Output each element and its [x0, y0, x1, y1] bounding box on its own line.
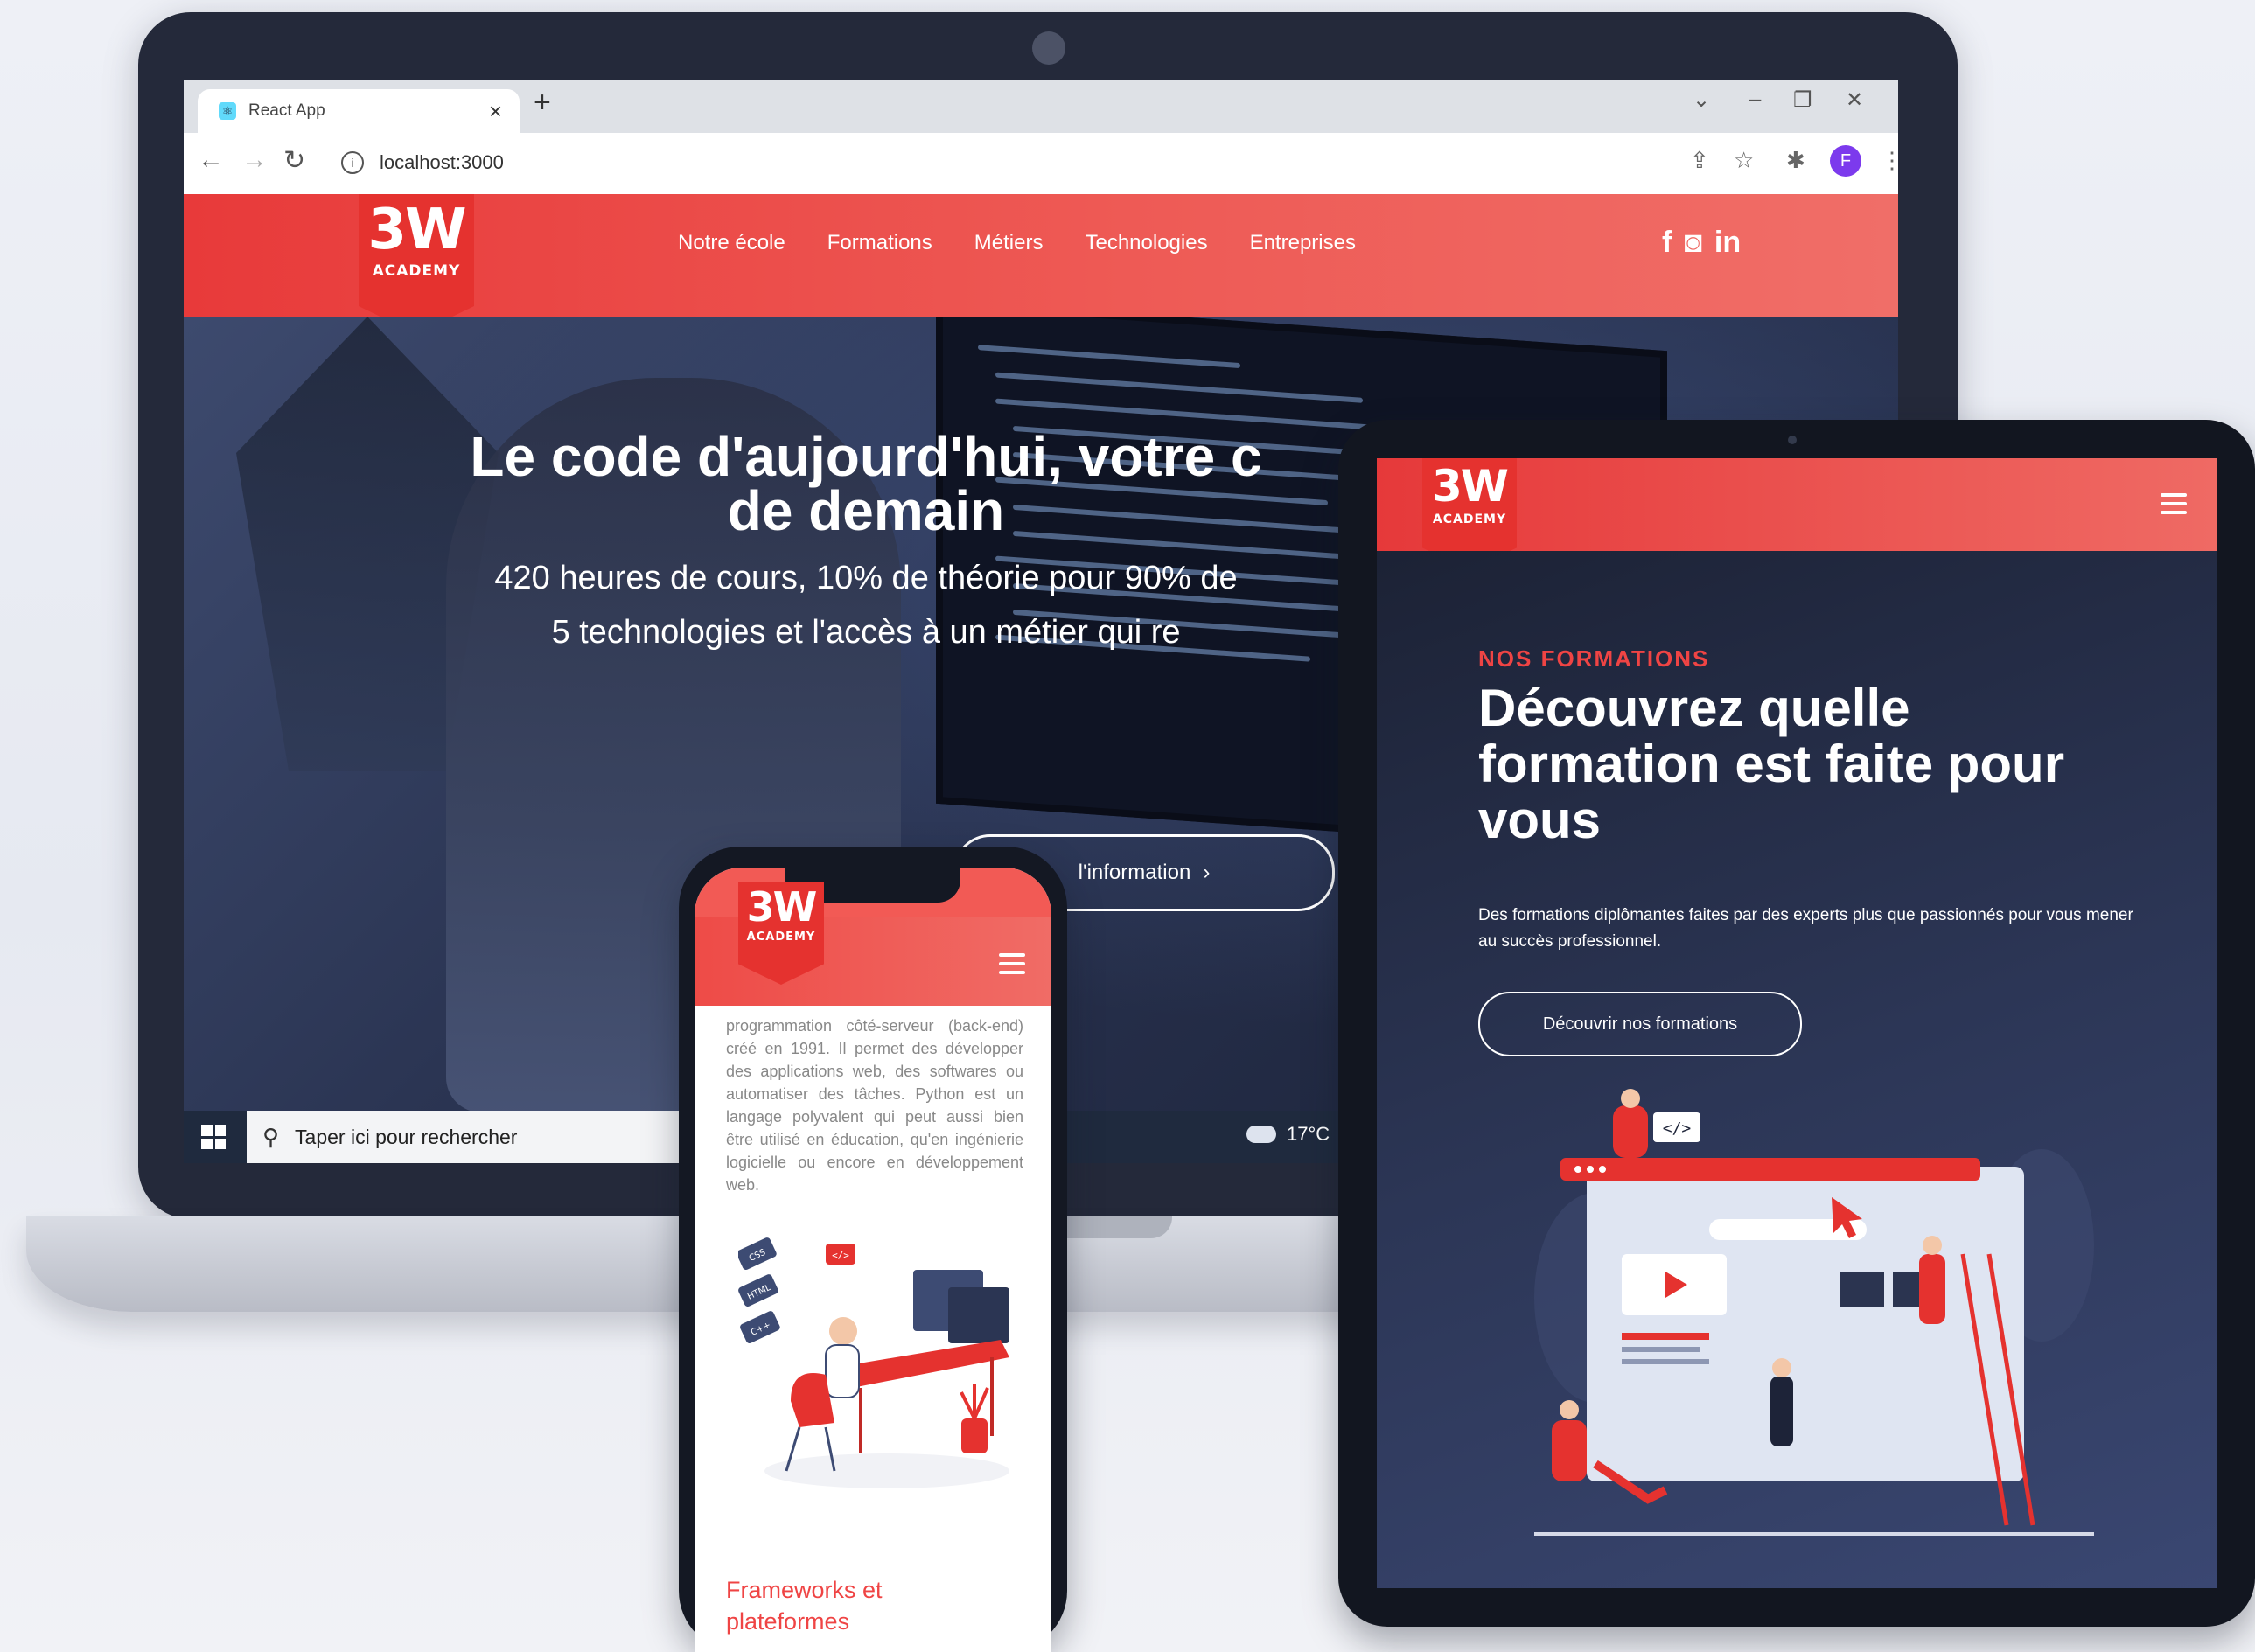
hero-cta-label: l'information [1078, 861, 1191, 884]
url-field[interactable]: i localhost:3000 [324, 142, 1653, 184]
social-links: f ◙ in [1662, 226, 1741, 260]
discover-formations-button[interactable]: Découvrir nos formations [1478, 992, 1802, 1056]
share-icon[interactable]: ⇪ [1690, 147, 1709, 174]
search-icon: ⚲ [262, 1123, 280, 1150]
phone-logo-main: 3W [746, 883, 818, 931]
tablet-logo-main: 3W [1432, 461, 1509, 512]
url-text: localhost:3000 [380, 151, 504, 173]
browser-menu-icon[interactable]: ⋮ [1881, 147, 1898, 174]
logo-main-text: 3W [367, 198, 466, 262]
weather-widget[interactable]: 17°C [1246, 1123, 1330, 1146]
nav-item-metiers[interactable]: Métiers [974, 231, 1044, 255]
formations-description: Des formations diplômantes faites par de… [1478, 906, 2133, 951]
phone-illus-code-tag: </> [832, 1250, 849, 1261]
nav-item-formations[interactable]: Formations [827, 231, 932, 255]
nav-item-entreprises[interactable]: Entreprises [1250, 231, 1356, 255]
bookmark-star-icon[interactable]: ☆ [1734, 147, 1754, 174]
instagram-icon[interactable]: ◙ [1684, 226, 1702, 260]
tablet-device: 3W ACADEMY NOS FORMATIONS Découvrez quel… [1338, 420, 2255, 1627]
webcam [1032, 31, 1065, 65]
phone-site-header: 3W ACADEMY [695, 882, 1051, 1006]
facebook-icon[interactable]: f [1662, 226, 1672, 260]
extensions-icon[interactable]: ✱ [1786, 147, 1805, 174]
tab-search-icon[interactable]: ⌄ [1693, 87, 1710, 113]
minimize-button[interactable]: – [1749, 87, 1761, 112]
close-window-button[interactable]: ✕ [1846, 87, 1863, 113]
reload-icon[interactable]: ↻ [283, 145, 305, 176]
forward-icon[interactable]: → [241, 145, 268, 175]
logo-sub-text: ACADEMY [372, 262, 461, 280]
phone-menu-icon[interactable] [999, 953, 1025, 974]
chevron-right-icon: › [1203, 861, 1211, 884]
taskbar-search-placeholder: Taper ici pour rechercher [295, 1125, 518, 1148]
tablet-menu-icon[interactable] [2161, 493, 2187, 514]
site-header: 3W ACADEMY Notre école Formations Métier… [184, 194, 1898, 334]
phone-logo-sub: ACADEMY [746, 931, 816, 944]
frameworks-heading: Frameworks et plateformes [726, 1577, 883, 1635]
react-favicon-icon: ⚛ [219, 102, 236, 120]
browser-address-bar: ← → ↻ i localhost:3000 ⇪ ☆ ✱ F ⋮ [184, 133, 1898, 194]
restore-button[interactable]: ❐ [1793, 87, 1812, 113]
nav-item-technologies[interactable]: Technologies [1085, 231, 1207, 255]
formations-illustration: </> [1534, 1089, 2094, 1526]
weather-temperature: 17°C [1287, 1123, 1330, 1145]
new-tab-button[interactable]: + [534, 86, 551, 120]
tablet-screen: 3W ACADEMY NOS FORMATIONS Découvrez quel… [1377, 458, 2217, 1588]
tablet-site-header: 3W ACADEMY [1377, 458, 2217, 570]
site-info-icon[interactable]: i [341, 151, 364, 174]
site-logo[interactable]: 3W ACADEMY [359, 194, 474, 334]
illustration-ground-line [1534, 1532, 2094, 1536]
cloud-icon [1246, 1126, 1276, 1143]
site-nav: Notre école Formations Métiers Technolog… [678, 231, 1356, 255]
illustration-code-tag: </> [1663, 1119, 1692, 1138]
tablet-camera [1788, 436, 1797, 444]
developer-illustration: CSS HTML C++ </> [738, 1237, 1009, 1488]
phone-site-logo[interactable]: 3W ACADEMY [738, 882, 824, 985]
browser-tab[interactable]: ⚛ React App × [198, 89, 520, 133]
windows-start-icon[interactable] [201, 1125, 226, 1149]
profile-avatar[interactable]: F [1830, 145, 1861, 177]
phone-screen: 3W ACADEMY programmation côté-serveur (b… [695, 868, 1051, 1652]
phone-device: 3W ACADEMY programmation côté-serveur (b… [679, 847, 1067, 1652]
back-icon[interactable]: ← [198, 145, 224, 175]
linkedin-icon[interactable]: in [1714, 226, 1741, 260]
tablet-logo-sub: ACADEMY [1432, 512, 1507, 526]
tab-close-icon[interactable]: × [489, 98, 502, 125]
tech-tags: CSS HTML C++ [738, 1237, 780, 1344]
browser-tabbar: ⚛ React App × + ⌄ – ❐ ✕ [184, 80, 1898, 133]
formations-title: Découvrez quelle formation est faite pou… [1478, 679, 2065, 849]
formations-kicker: NOS FORMATIONS [1478, 645, 1710, 672]
nav-item-notre-ecole[interactable]: Notre école [678, 231, 785, 255]
tab-title: React App [248, 101, 325, 120]
python-description: programmation côté-serveur (back-end) cr… [726, 1017, 1023, 1194]
